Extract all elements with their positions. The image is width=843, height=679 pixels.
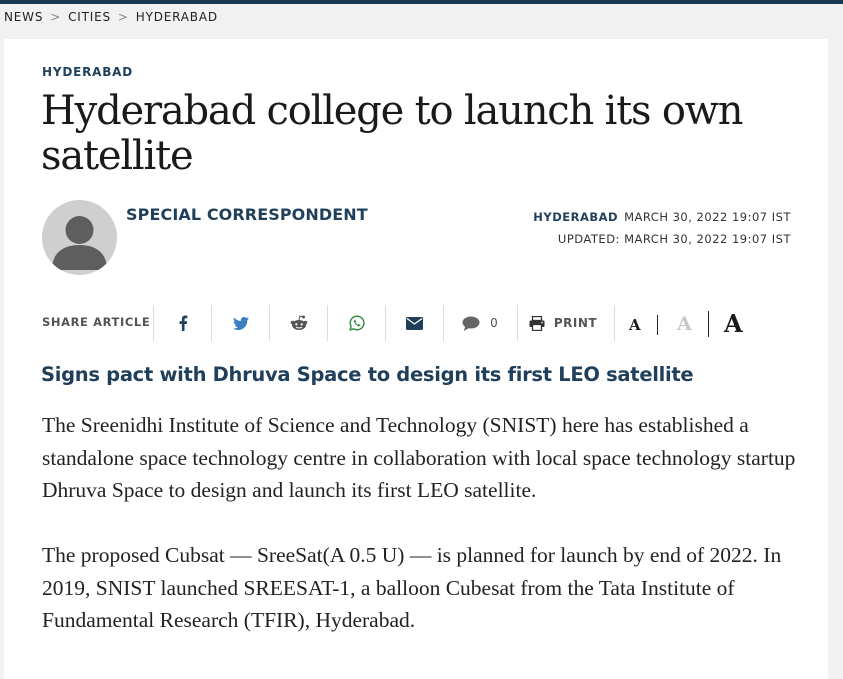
avatar-placeholder-icon [52, 216, 107, 270]
dateline-location: HYDERABAD [533, 210, 619, 224]
share-twitter-button[interactable] [212, 305, 269, 341]
article-paragraph: The Sreenidhi Institute of Science and T… [42, 413, 796, 502]
font-size-small-button[interactable]: A [629, 316, 641, 334]
printer-icon [529, 315, 545, 331]
reddit-icon [290, 315, 307, 330]
comment-icon [462, 316, 480, 331]
font-size-divider [708, 311, 709, 337]
email-icon [406, 316, 423, 330]
whatsapp-icon [348, 315, 365, 331]
font-size-divider [657, 315, 658, 335]
breadcrumb: NEWS > CITIES > HYDERABAD [4, 10, 218, 24]
breadcrumb-cities[interactable]: CITIES [68, 10, 111, 24]
share-whatsapp-button[interactable] [328, 305, 385, 341]
font-size-large-button[interactable]: A [724, 309, 743, 338]
breadcrumb-news[interactable]: NEWS [4, 10, 43, 24]
facebook-icon [179, 315, 187, 331]
comment-count: 0 [490, 316, 498, 330]
breadcrumb-hyderabad[interactable]: HYDERABAD [136, 10, 218, 24]
share-article-label: SHARE ARTICLE [42, 315, 151, 329]
article-paragraph: The proposed Cubsat — SreeSat(A 0.5 U) —… [42, 543, 782, 632]
print-button[interactable]: PRINT [518, 305, 608, 341]
share-email-button[interactable] [386, 305, 443, 341]
article-card: HYDERABAD Hyderabad college to launch it… [4, 39, 828, 679]
breadcrumb-separator: > [117, 10, 129, 24]
share-facebook-button[interactable] [154, 305, 211, 341]
article-subheading: Signs pact with Dhruva Space to design i… [41, 363, 694, 386]
share-reddit-button[interactable] [270, 305, 327, 341]
dateline: HYDERABAD MARCH 30, 2022 19:07 IST UPDATE… [533, 206, 791, 250]
twitter-icon [232, 316, 249, 330]
publish-line: HYDERABAD MARCH 30, 2022 19:07 IST [533, 206, 791, 228]
comments-button[interactable]: 0 [444, 305, 516, 341]
share-bar: SHARE ARTICLE 0 PRINT A A A [42, 305, 782, 341]
author-name[interactable]: SPECIAL CORRESPONDENT [126, 205, 368, 224]
divider [614, 305, 615, 341]
print-label: PRINT [553, 316, 598, 330]
font-size-medium-button[interactable]: A [677, 313, 692, 335]
author-avatar[interactable] [42, 200, 117, 275]
top-accent-bar [0, 0, 843, 4]
breadcrumb-separator: > [50, 10, 62, 24]
publish-date: MARCH 30, 2022 19:07 IST [624, 210, 791, 224]
updated-date: UPDATED: MARCH 30, 2022 19:07 IST [557, 232, 791, 246]
section-tag[interactable]: HYDERABAD [42, 65, 133, 79]
article-title: Hyderabad college to launch its own sate… [41, 88, 744, 179]
